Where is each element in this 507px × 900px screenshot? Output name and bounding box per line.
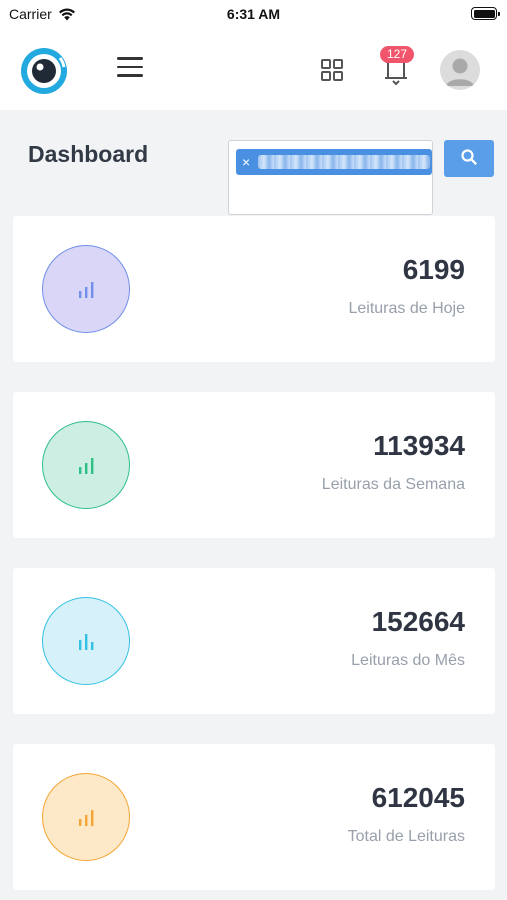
menu-toggle-button[interactable]: [117, 57, 143, 79]
clock: 6:31 AM: [226, 6, 281, 22]
search-icon: [461, 149, 477, 165]
stat-value: 113934: [373, 430, 465, 461]
bar-chart-icon: [79, 282, 94, 298]
search-button[interactable]: [444, 140, 494, 177]
stat-icon-circle: [42, 245, 130, 333]
status-bar: Carrier 6:31 AM: [0, 0, 507, 30]
user-avatar[interactable]: [440, 50, 480, 90]
user-silhouette-icon: [446, 58, 474, 86]
top-navbar: 127: [0, 30, 507, 110]
stat-icon-circle: [42, 773, 130, 861]
chip-remove-button[interactable]: ×: [242, 153, 250, 171]
stat-label: Leituras da Semana: [321, 476, 465, 493]
battery-icon: [471, 7, 500, 20]
page-title: Dashboard: [28, 141, 149, 167]
bar-chart-icon: [79, 458, 94, 474]
selected-filter-chip[interactable]: ×: [236, 149, 432, 175]
redacted-chip-text: [258, 155, 430, 169]
stat-label: Total de Leituras: [347, 828, 465, 845]
stat-value: 612045: [371, 782, 465, 813]
stat-icon-circle: [42, 421, 130, 509]
stat-value: 6199: [402, 254, 465, 285]
bar-chart-icon: [79, 634, 94, 650]
stat-value: 152664: [371, 606, 465, 637]
stat-label: Leituras de Hoje: [348, 300, 465, 317]
stat-card-total: 612045 Total de Leituras: [13, 744, 495, 890]
stat-label: Leituras do Mês: [351, 652, 465, 669]
bar-chart-icon: [79, 810, 94, 826]
stat-icon-circle: [42, 597, 130, 685]
search-multiselect[interactable]: ×: [228, 140, 433, 215]
notification-count-badge: 127: [380, 46, 414, 63]
stat-card-today: 6199 Leituras de Hoje: [13, 216, 495, 362]
stat-card-month: 152664 Leituras do Mês: [13, 568, 495, 714]
app-logo[interactable]: [20, 47, 68, 95]
stat-card-week: 113934 Leituras da Semana: [13, 392, 495, 538]
apps-grid-icon[interactable]: [320, 58, 344, 82]
